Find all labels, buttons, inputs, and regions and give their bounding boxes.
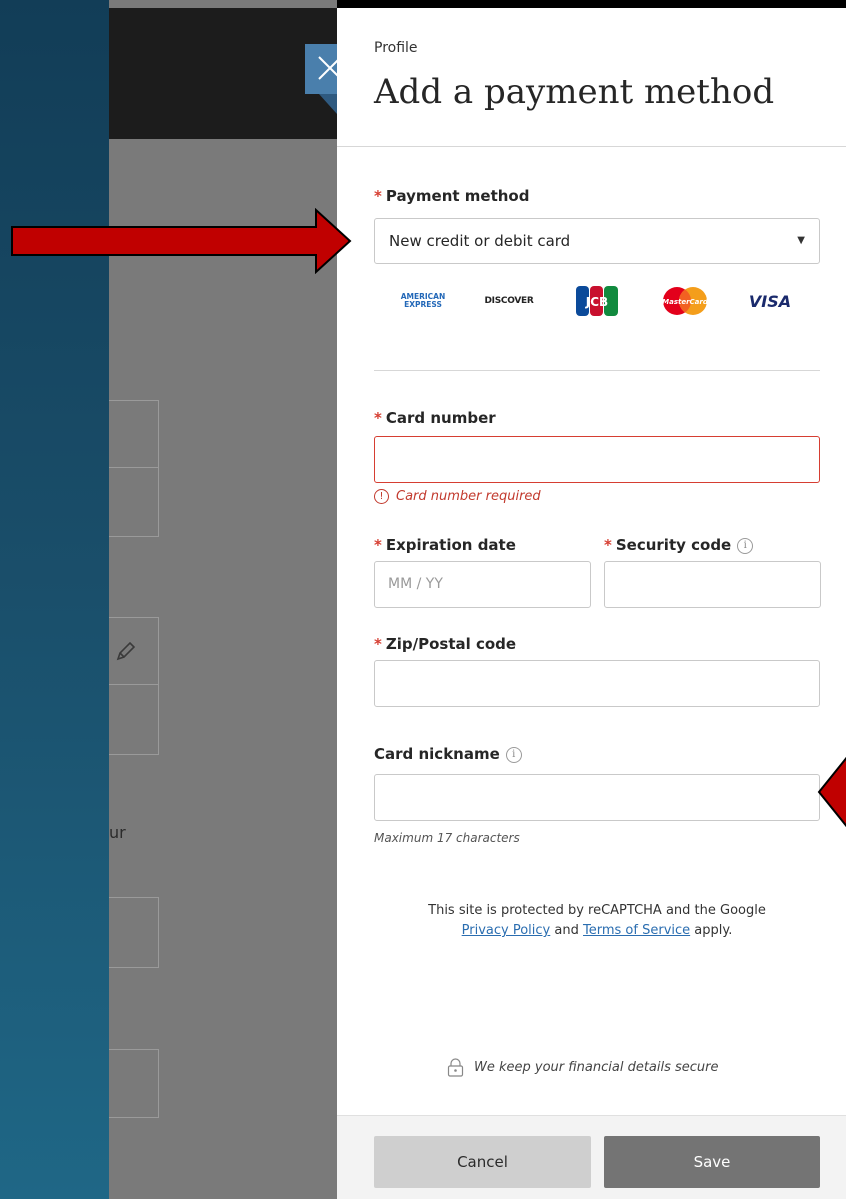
security-code-label-text: Security code (615, 536, 732, 554)
card-number-input[interactable] (374, 436, 820, 483)
payment-method-label-text: Payment method (385, 187, 530, 205)
visa-logo-text: VISA (748, 291, 792, 311)
payment-method-value: New credit or debit card (389, 232, 571, 250)
close-tab-fold (319, 94, 337, 114)
visa-logo: VISA (745, 285, 795, 317)
terms-of-service-link[interactable]: Terms of Service (583, 923, 690, 938)
zip-code-input[interactable] (374, 660, 820, 707)
zip-label-text: Zip/Postal code (385, 635, 517, 653)
card-number-error: ! Card number required (374, 489, 541, 504)
info-icon[interactable]: i (737, 537, 754, 554)
recaptcha-notice: This site is protected by reCAPTCHA and … (374, 901, 820, 941)
secure-note: We keep your financial details secure (447, 1058, 719, 1077)
card-nickname-label-text: Card nickname (374, 745, 500, 763)
card-number-label-text: Card number (385, 409, 496, 427)
recaptcha-line2: Privacy Policy and Terms of Service appl… (374, 921, 820, 941)
background-field (109, 684, 159, 755)
privacy-policy-link[interactable]: Privacy Policy (462, 923, 551, 938)
payment-method-select[interactable]: New credit or debit card ▼ (374, 218, 820, 264)
expiration-date-input[interactable]: MM / YY (374, 561, 591, 608)
required-asterisk: * (374, 536, 382, 554)
background-field (109, 1049, 159, 1118)
payment-panel: Profile Add a payment method * Payment me… (337, 8, 846, 1199)
error-icon: ! (374, 489, 389, 504)
panel-footer: Cancel Save (337, 1115, 846, 1199)
discover-logo-text: DISCOVER (484, 296, 534, 306)
card-nickname-label: Card nickname i (374, 745, 522, 763)
expiration-label: * Expiration date (374, 536, 516, 554)
divider (337, 146, 846, 147)
security-code-input[interactable] (604, 561, 821, 608)
expiration-placeholder: MM / YY (388, 576, 443, 592)
pencil-icon (116, 641, 136, 661)
card-nickname-input[interactable] (374, 774, 820, 821)
recaptcha-and: and (554, 923, 579, 938)
secure-note-text: We keep your financial details secure (474, 1060, 719, 1075)
left-background (0, 0, 109, 1199)
recaptcha-apply: apply. (694, 923, 733, 938)
payment-method-label: * Payment method (374, 187, 529, 205)
background-field (109, 467, 159, 537)
expiration-label-text: Expiration date (385, 536, 516, 554)
background-field (109, 400, 159, 469)
card-nickname-helper: Maximum 17 characters (374, 831, 520, 845)
amex-logo-text: AMERICAN EXPRESS (400, 292, 446, 309)
recaptcha-line1: This site is protected by reCAPTCHA and … (428, 903, 766, 918)
discover-logo: DISCOVER (479, 285, 539, 317)
zip-label: * Zip/Postal code (374, 635, 516, 653)
background-page (109, 0, 337, 1199)
chevron-down-icon: ▼ (797, 235, 805, 246)
background-header (109, 8, 337, 139)
jcb-logo-text: JCB (585, 295, 608, 309)
amex-logo: AMERICAN EXPRESS (393, 285, 453, 317)
required-asterisk: * (374, 187, 382, 205)
background-field (109, 897, 159, 968)
background-partial-text: ur (109, 823, 126, 842)
breadcrumb[interactable]: Profile (374, 40, 418, 56)
screenshot-stage: ur Profile Add a payment method * Payment… (0, 0, 846, 1199)
lock-icon (447, 1058, 464, 1077)
required-asterisk: * (604, 536, 612, 554)
save-button[interactable]: Save (604, 1136, 820, 1188)
page-title: Add a payment method (374, 72, 775, 112)
annotation-arrow-right (11, 208, 352, 274)
card-number-label: * Card number (374, 409, 496, 427)
divider (374, 370, 820, 371)
security-code-label: * Security code i (604, 536, 754, 554)
card-number-error-text: Card number required (396, 489, 541, 504)
cancel-button[interactable]: Cancel (374, 1136, 591, 1188)
info-icon[interactable]: i (505, 746, 522, 763)
required-asterisk: * (374, 635, 382, 653)
mastercard-logo-text: MasterCard (662, 298, 709, 306)
jcb-logo: JCB (575, 285, 619, 317)
required-asterisk: * (374, 409, 382, 427)
mastercard-logo: MasterCard (660, 285, 710, 317)
annotation-arrow-left (817, 756, 846, 828)
